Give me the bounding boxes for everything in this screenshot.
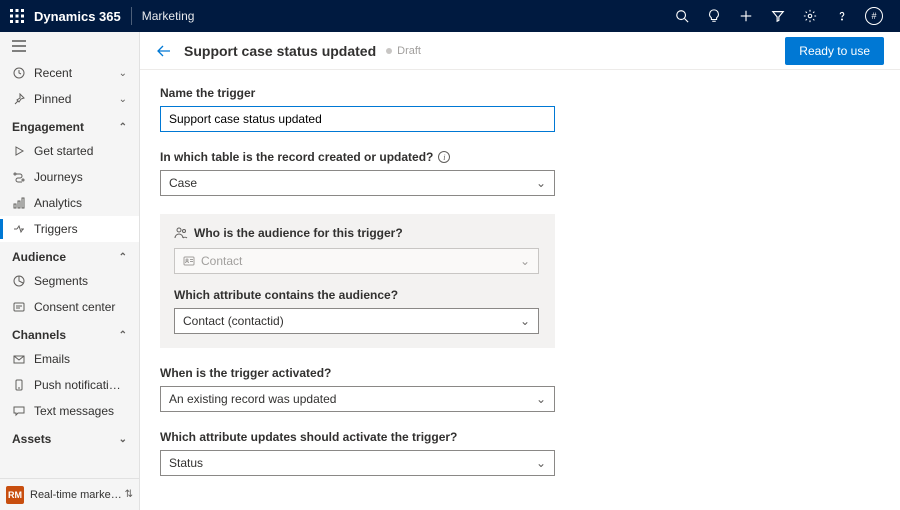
trigger-icon	[12, 222, 26, 236]
sidebar-section-audience[interactable]: Audience ⌃	[0, 242, 139, 268]
sidebar-item-segments[interactable]: Segments	[0, 268, 139, 294]
chevron-down-icon: ⌄	[536, 176, 546, 190]
page-header: Support case status updated Draft Ready …	[140, 32, 900, 70]
chevron-down-icon: ⌄	[536, 456, 546, 470]
chevron-down-icon: ⌄	[520, 314, 530, 328]
pin-icon	[12, 92, 26, 106]
page-title: Support case status updated	[184, 43, 376, 59]
sidebar-item-push[interactable]: Push notifications	[0, 372, 139, 398]
audience-heading: Who is the audience for this trigger?	[174, 226, 541, 240]
sidebar-item-triggers[interactable]: Triggers	[0, 216, 139, 242]
when-label: When is the trigger activated?	[160, 366, 880, 380]
analytics-icon	[12, 196, 26, 210]
area-switcher[interactable]: RM Real-time marketi... ⇅	[0, 478, 139, 510]
sidebar-item-pinned[interactable]: Pinned ⌄	[0, 86, 139, 112]
app-launcher-icon[interactable]	[10, 9, 24, 23]
email-icon	[12, 352, 26, 366]
gear-icon[interactable]	[794, 0, 826, 32]
name-input[interactable]	[160, 106, 555, 132]
divider	[131, 7, 132, 25]
attr-label: Which attribute contains the audience?	[174, 288, 541, 302]
sidebar-item-journeys[interactable]: Journeys	[0, 164, 139, 190]
form: Name the trigger In which table is the r…	[140, 70, 900, 510]
sidebar: Recent ⌄ Pinned ⌄ Engagement ⌃ Get start…	[0, 32, 140, 510]
push-icon	[12, 378, 26, 392]
module-label: Marketing	[142, 9, 195, 23]
sidebar-item-get-started[interactable]: Get started	[0, 138, 139, 164]
chevron-down-icon: ⌄	[119, 94, 127, 105]
sidebar-item-analytics[interactable]: Analytics	[0, 190, 139, 216]
sms-icon	[12, 404, 26, 418]
audience-type-select: Contact ⌄	[174, 248, 539, 274]
brand-label: Dynamics 365	[34, 9, 121, 24]
filter-icon[interactable]	[762, 0, 794, 32]
audience-card: Who is the audience for this trigger? Co…	[160, 214, 555, 348]
audience-attr-select[interactable]: Contact (contactid) ⌄	[174, 308, 539, 334]
chevron-down-icon: ⌄	[536, 392, 546, 406]
journey-icon	[12, 170, 26, 184]
segments-icon	[12, 274, 26, 288]
area-label: Real-time marketi...	[30, 489, 125, 501]
clock-icon	[12, 66, 26, 80]
ready-to-use-button[interactable]: Ready to use	[785, 37, 884, 65]
sidebar-item-recent[interactable]: Recent ⌄	[0, 60, 139, 86]
updown-icon: ⇅	[125, 489, 133, 500]
chevron-down-icon: ⌄	[119, 68, 127, 79]
back-button[interactable]	[156, 43, 172, 59]
table-label: In which table is the record created or …	[160, 150, 880, 164]
chevron-down-icon: ⌄	[119, 434, 127, 445]
area-badge: RM	[6, 486, 24, 504]
sidebar-item-emails[interactable]: Emails	[0, 346, 139, 372]
sidebar-item-sms[interactable]: Text messages	[0, 398, 139, 424]
status-badge: Draft	[386, 45, 421, 57]
name-label: Name the trigger	[160, 86, 880, 100]
lightbulb-icon[interactable]	[698, 0, 730, 32]
help-icon[interactable]	[826, 0, 858, 32]
when-select[interactable]: An existing record was updated ⌄	[160, 386, 555, 412]
sidebar-section-engagement[interactable]: Engagement ⌃	[0, 112, 139, 138]
topbar: Dynamics 365 Marketing #	[0, 0, 900, 32]
consent-icon	[12, 300, 26, 314]
play-icon	[12, 144, 26, 158]
chevron-up-icon: ⌃	[119, 252, 127, 263]
search-icon[interactable]	[666, 0, 698, 32]
people-icon	[174, 226, 188, 240]
plus-icon[interactable]	[730, 0, 762, 32]
updates-label: Which attribute updates should activate …	[160, 430, 880, 444]
info-icon[interactable]: i	[438, 151, 450, 163]
avatar[interactable]: #	[858, 0, 890, 32]
chevron-up-icon: ⌃	[119, 330, 127, 341]
updates-select[interactable]: Status ⌄	[160, 450, 555, 476]
hamburger-icon[interactable]	[0, 32, 139, 60]
chevron-up-icon: ⌃	[119, 122, 127, 133]
sidebar-section-assets[interactable]: Assets ⌄	[0, 424, 139, 450]
sidebar-item-consent[interactable]: Consent center	[0, 294, 139, 320]
chevron-down-icon: ⌄	[520, 254, 530, 268]
sidebar-section-channels[interactable]: Channels ⌃	[0, 320, 139, 346]
content: Support case status updated Draft Ready …	[140, 32, 900, 510]
contact-icon	[183, 255, 195, 267]
table-select[interactable]: Case ⌄	[160, 170, 555, 196]
